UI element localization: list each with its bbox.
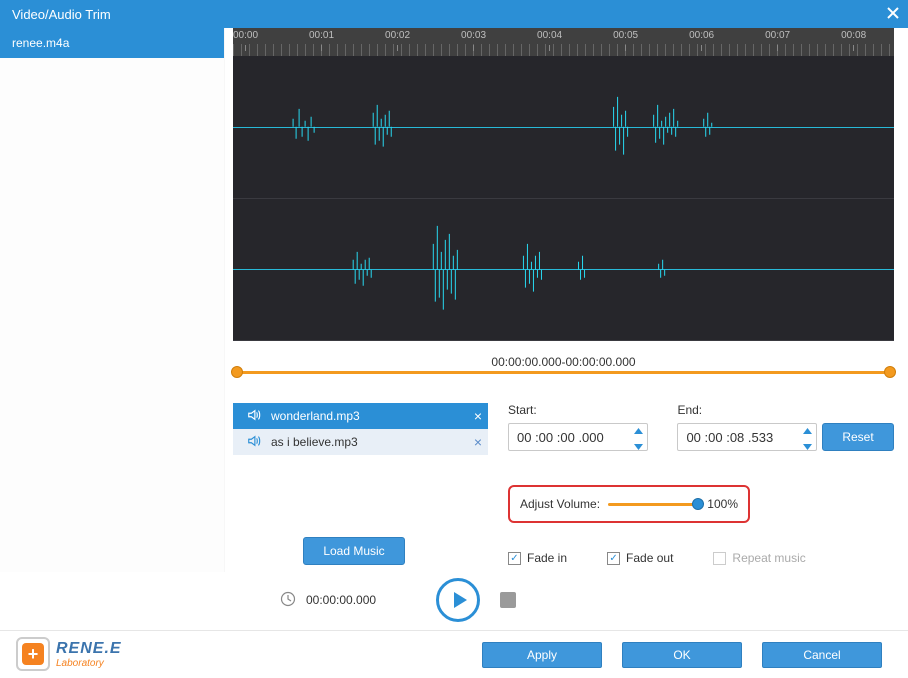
stop-button[interactable] [500, 592, 516, 608]
repeat-music-checkbox[interactable]: Repeat music [713, 551, 805, 565]
trim-handle-start[interactable] [231, 366, 243, 378]
start-time-input[interactable]: 00 :00 :00 .000 [508, 423, 648, 451]
fade-out-checkbox[interactable]: ✓ Fade out [607, 551, 673, 565]
start-label: Start: [508, 403, 673, 417]
music-item-label: wonderland.mp3 [271, 409, 360, 423]
end-label: End: [677, 403, 837, 417]
music-item[interactable]: as i believe.mp3 × [233, 429, 488, 455]
spin-up-icon[interactable] [803, 422, 812, 437]
close-icon[interactable] [886, 6, 900, 23]
logo: + RENE.E Laboratory [16, 637, 122, 671]
reset-button[interactable]: Reset [822, 423, 894, 451]
fade-in-checkbox[interactable]: ✓ Fade in [508, 551, 567, 565]
spin-down-icon[interactable] [803, 438, 812, 453]
play-button[interactable] [436, 578, 480, 622]
time-ruler: 00:00 00:01 00:02 00:03 00:04 00:05 00:0… [233, 28, 894, 56]
load-music-button[interactable]: Load Music [303, 537, 405, 565]
sidebar-file-item[interactable]: renee.m4a [0, 28, 224, 58]
end-time-input[interactable]: 00 :00 :08 .533 [677, 423, 817, 451]
sidebar-file-label: renee.m4a [12, 36, 69, 50]
adjust-volume-box: Adjust Volume: 100% [508, 485, 750, 523]
ok-button[interactable]: OK [622, 642, 742, 668]
volume-label: Adjust Volume: [520, 497, 600, 511]
titlebar: Video/Audio Trim [0, 0, 908, 28]
spin-up-icon[interactable] [634, 422, 643, 437]
trim-handle-end[interactable] [884, 366, 896, 378]
music-item[interactable]: wonderland.mp3 × [233, 403, 488, 429]
music-item-label: as i believe.mp3 [271, 435, 358, 449]
remove-music-icon[interactable]: × [474, 408, 482, 424]
apply-button[interactable]: Apply [482, 642, 602, 668]
trim-track[interactable] [237, 371, 890, 374]
volume-slider[interactable] [608, 503, 699, 506]
cancel-button[interactable]: Cancel [762, 642, 882, 668]
speaker-icon [247, 408, 261, 425]
file-sidebar: renee.m4a [0, 28, 225, 572]
footer: + RENE.E Laboratory Apply OK Cancel [0, 630, 908, 678]
window-title: Video/Audio Trim [12, 7, 111, 22]
speaker-icon [247, 434, 261, 451]
trim-range-label: 00:00:00.000-00:00:00.000 [233, 355, 894, 369]
waveform-display[interactable] [233, 56, 894, 341]
volume-value: 100% [707, 497, 738, 511]
remove-music-icon[interactable]: × [474, 434, 482, 450]
playback-time: 00:00:00.000 [306, 593, 376, 607]
music-list: wonderland.mp3 × as i believe.mp3 × Load… [233, 403, 488, 565]
volume-handle[interactable] [692, 498, 704, 510]
spin-down-icon[interactable] [634, 438, 643, 453]
trim-range-bar: 00:00:00.000-00:00:00.000 [233, 341, 894, 375]
clock-icon [280, 591, 296, 610]
